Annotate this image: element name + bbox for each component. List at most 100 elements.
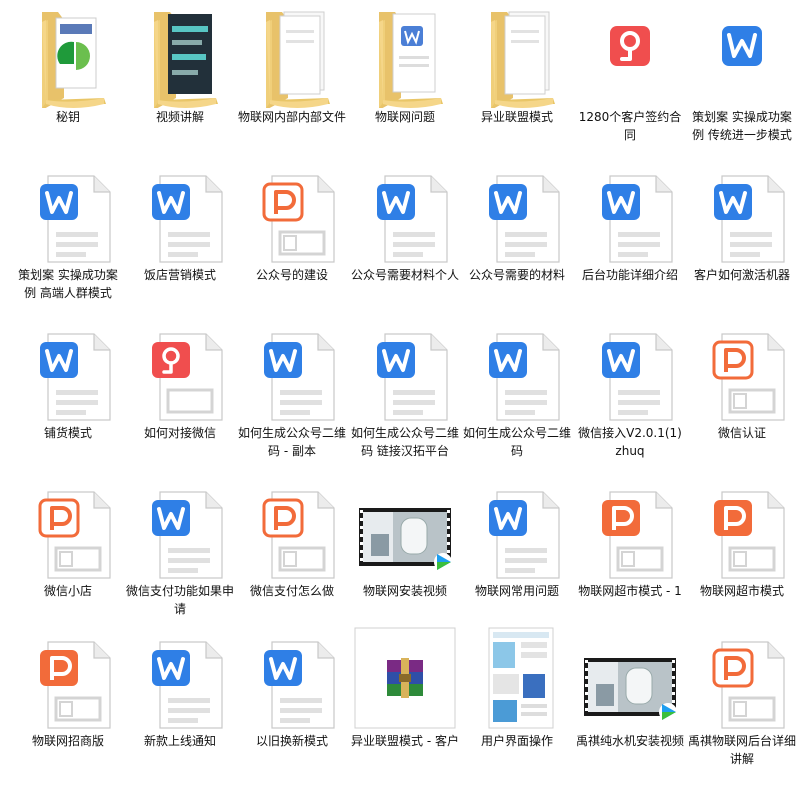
file-label: 微信小店: [43, 584, 92, 598]
folder-icon: [236, 0, 348, 108]
file-item[interactable]: 微信认证: [686, 316, 798, 476]
file-label: 微信支付怎么做: [249, 584, 334, 598]
word-document-icon: [236, 316, 348, 424]
file-label: 如何生成公众号二维码 - 副本: [238, 426, 347, 458]
file-item[interactable]: 物联网常用问题: [461, 474, 573, 634]
folder-icon: [12, 0, 124, 108]
file-label: 如何生成公众号二维码 链接汉拓平台: [351, 426, 460, 458]
word-document-icon: [461, 158, 573, 266]
presentation-document-icon: [686, 624, 798, 732]
file-label: 饭店营销模式: [143, 268, 216, 282]
file-label: 策划案 实操成功案例 高端人群模式: [18, 268, 118, 300]
file-label: 异业联盟模式: [480, 110, 553, 124]
file-item[interactable]: 如何生成公众号二维码: [461, 316, 573, 476]
file-label: 禹祺物联网后台详细讲解: [688, 734, 797, 766]
file-label: 视频讲解: [155, 110, 204, 124]
file-label: 公众号需要的材料: [468, 268, 565, 282]
word-document-icon: [12, 316, 124, 424]
file-label: 如何对接微信: [143, 426, 216, 440]
file-item[interactable]: 微信接入V2.0.1(1) zhuq: [574, 316, 686, 476]
file-label: 微信认证: [717, 426, 766, 440]
file-item[interactable]: 客户如何激活机器: [686, 158, 798, 318]
file-label: 公众号的建设: [255, 268, 328, 282]
file-item[interactable]: 后台功能详细介绍: [574, 158, 686, 318]
file-item[interactable]: 物联网超市模式: [686, 474, 798, 634]
file-item[interactable]: 物联网招商版: [12, 624, 124, 784]
file-item[interactable]: 饭店营销模式: [124, 158, 236, 318]
file-label: 微信支付功能如果申请: [126, 584, 235, 616]
file-item[interactable]: 公众号的建设: [236, 158, 348, 318]
pdf-icon: [574, 0, 686, 108]
file-label: 物联网常用问题: [474, 584, 559, 598]
file-label: 物联网超市模式 - 1: [578, 584, 682, 598]
file-label: 秘钥: [55, 110, 80, 124]
word-document-icon: [236, 624, 348, 732]
presentation-document-icon: [574, 474, 686, 582]
file-label: 以旧换新模式: [255, 734, 328, 748]
file-label: 微信接入V2.0.1(1) zhuq: [578, 426, 682, 458]
folder-icon: [124, 0, 236, 108]
file-label: 新款上线通知: [143, 734, 216, 748]
file-item[interactable]: 微信支付怎么做: [236, 474, 348, 634]
file-label: 后台功能详细介绍: [581, 268, 678, 282]
folder-item[interactable]: 物联网问题: [349, 0, 461, 160]
file-item[interactable]: 微信支付功能如果申请: [124, 474, 236, 634]
word-document-icon: [461, 316, 573, 424]
file-item[interactable]: 以旧换新模式: [236, 624, 348, 784]
word-document-icon: [686, 158, 798, 266]
pdf-document-icon: [124, 316, 236, 424]
word-document-icon: [12, 158, 124, 266]
file-item[interactable]: 禹祺纯水机安装视频: [574, 624, 686, 784]
folder-icon: [349, 0, 461, 108]
word-document-icon: [349, 316, 461, 424]
word-document-icon: [349, 158, 461, 266]
word-document-icon: [124, 158, 236, 266]
file-item[interactable]: 用户界面操作: [461, 624, 573, 784]
presentation-document-icon: [686, 316, 798, 424]
word-document-icon: [574, 158, 686, 266]
word-icon: [686, 0, 798, 108]
file-item[interactable]: 如何对接微信: [124, 316, 236, 476]
file-item[interactable]: 公众号需要材料个人: [349, 158, 461, 318]
file-item[interactable]: 新款上线通知: [124, 624, 236, 784]
file-label: 异业联盟模式 - 客户: [351, 734, 459, 748]
word-document-icon: [124, 474, 236, 582]
file-label: 1280个客户签约合同: [578, 110, 682, 142]
file-label: 铺货模式: [43, 426, 92, 440]
file-item[interactable]: 铺货模式: [12, 316, 124, 476]
file-item[interactable]: 物联网超市模式 - 1: [574, 474, 686, 634]
file-item[interactable]: 物联网安装视频: [349, 474, 461, 634]
folder-item[interactable]: 秘钥: [12, 0, 124, 160]
file-item[interactable]: 策划案 实操成功案例 传统进一步模式: [686, 0, 798, 160]
file-label: 策划案 实操成功案例 传统进一步模式: [692, 110, 792, 142]
word-document-icon: [461, 474, 573, 582]
file-item[interactable]: 策划案 实操成功案例 高端人群模式: [12, 158, 124, 318]
file-item[interactable]: 如何生成公众号二维码 - 副本: [236, 316, 348, 476]
file-item[interactable]: 禹祺物联网后台详细讲解: [686, 624, 798, 784]
presentation-document-icon: [236, 474, 348, 582]
word-document-icon: [574, 316, 686, 424]
file-label: 物联网安装视频: [362, 584, 447, 598]
file-label: 客户如何激活机器: [693, 268, 790, 282]
folder-icon: [461, 0, 573, 108]
file-item[interactable]: 如何生成公众号二维码 链接汉拓平台: [349, 316, 461, 476]
folder-item[interactable]: 异业联盟模式: [461, 0, 573, 160]
file-grid: 秘钥 视频讲解 物联网内部内部文件 物联网问题 异业联盟模式 1280个客户签约…: [0, 0, 800, 800]
file-label: 用户界面操作: [480, 734, 553, 748]
presentation-document-icon: [236, 158, 348, 266]
presentation-document-icon: [686, 474, 798, 582]
image-thumbnail-icon: [461, 624, 573, 732]
file-label: 公众号需要材料个人: [351, 268, 460, 282]
file-item[interactable]: 微信小店: [12, 474, 124, 634]
word-document-icon: [124, 624, 236, 732]
file-item[interactable]: 异业联盟模式 - 客户: [349, 624, 461, 784]
file-item[interactable]: 1280个客户签约合同: [574, 0, 686, 160]
file-label: 物联网问题: [374, 110, 435, 124]
folder-item[interactable]: 视频讲解: [124, 0, 236, 160]
folder-item[interactable]: 物联网内部内部文件: [236, 0, 348, 160]
video-thumbnail-icon: [349, 474, 461, 582]
file-item[interactable]: 公众号需要的材料: [461, 158, 573, 318]
file-label: 物联网内部内部文件: [238, 110, 347, 124]
file-label: 禹祺纯水机安装视频: [576, 734, 685, 748]
archive-icon: [349, 624, 461, 732]
